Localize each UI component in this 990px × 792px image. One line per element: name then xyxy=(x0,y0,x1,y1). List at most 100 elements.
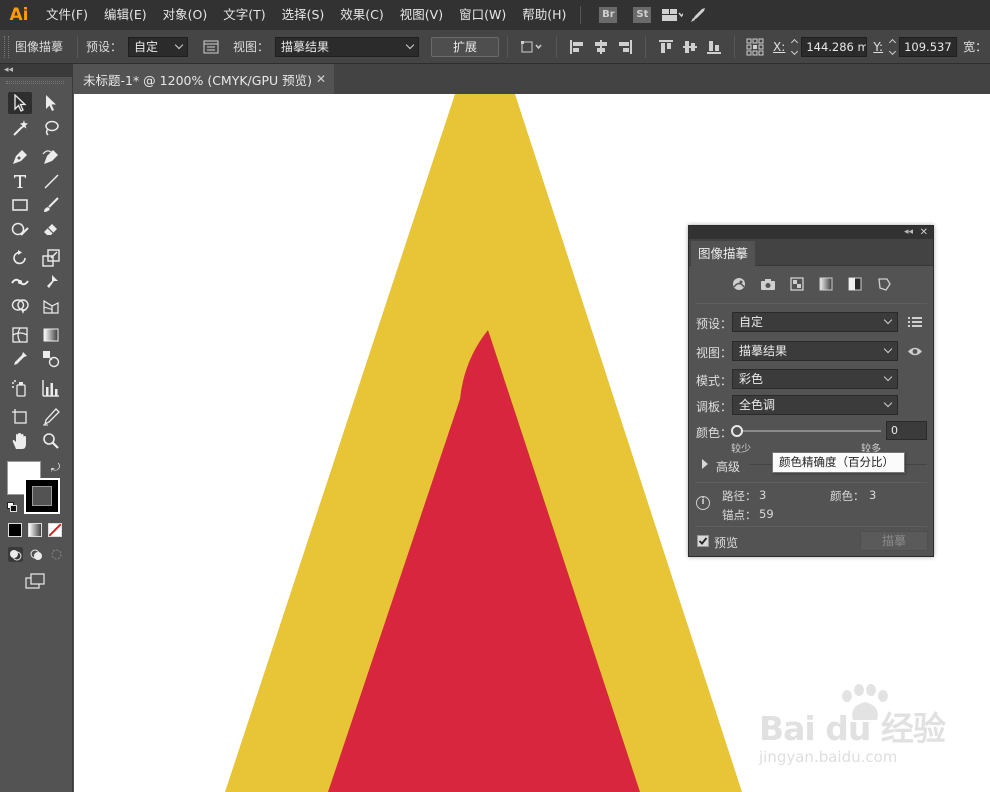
outline-icon[interactable] xyxy=(875,276,893,292)
view-select[interactable]: 描摹结果 xyxy=(275,36,420,57)
preview-checkbox[interactable] xyxy=(697,535,709,547)
transform-reference-icon[interactable] xyxy=(519,38,545,56)
reference-point-icon[interactable] xyxy=(746,38,764,56)
high-color-camera-icon[interactable] xyxy=(759,276,777,292)
bridge-icon[interactable]: Br xyxy=(599,7,618,23)
align-right-icon[interactable] xyxy=(616,38,634,56)
artboard-tool-icon[interactable] xyxy=(8,406,32,428)
swap-fill-stroke-icon[interactable]: ⤾ xyxy=(51,461,60,475)
advanced-label[interactable]: 高级 xyxy=(716,458,740,475)
collapse-icon[interactable]: ◂◂ xyxy=(904,226,913,239)
shaper-tool-icon[interactable] xyxy=(8,218,32,240)
curvature-tool-icon[interactable] xyxy=(39,146,63,168)
draw-inside-icon[interactable] xyxy=(49,547,64,562)
eye-icon[interactable] xyxy=(907,346,923,357)
preset-menu-icon[interactable] xyxy=(908,316,922,328)
line-segment-tool-icon[interactable] xyxy=(39,170,63,192)
lasso-tool-icon[interactable] xyxy=(39,117,63,139)
screen-mode-icon[interactable] xyxy=(24,572,48,590)
align-left-icon[interactable] xyxy=(568,38,586,56)
menu-file[interactable]: 文件(F) xyxy=(38,0,96,30)
tools-grip[interactable] xyxy=(6,81,64,84)
width-tool-icon[interactable] xyxy=(8,271,32,293)
chevron-down-icon xyxy=(883,372,893,382)
panel-titlebar[interactable]: ◂◂ ✕ xyxy=(689,226,933,239)
draw-normal-icon[interactable] xyxy=(8,547,23,562)
column-graph-tool-icon[interactable] xyxy=(39,377,63,399)
y-stepper[interactable] xyxy=(887,37,897,57)
control-bar-grip[interactable] xyxy=(4,35,9,58)
rotate-tool-icon[interactable] xyxy=(8,247,32,269)
perspective-grid-tool-icon[interactable] xyxy=(39,295,63,317)
preset-select-value: 自定 xyxy=(134,40,159,54)
direct-selection-tool-icon[interactable] xyxy=(39,92,63,114)
x-stepper[interactable] xyxy=(789,37,799,57)
mesh-tool-icon[interactable] xyxy=(8,324,32,346)
shape-builder-tool-icon[interactable] xyxy=(8,295,32,317)
document-tab[interactable]: 未标题-1* @ 1200% (CMYK/GPU 预览) ✕ xyxy=(74,64,334,94)
menu-select[interactable]: 选择(S) xyxy=(274,0,333,30)
pen-tool-icon[interactable] xyxy=(8,146,32,168)
app-logo: Ai xyxy=(9,5,29,25)
eyedropper-tool-icon[interactable] xyxy=(8,348,32,370)
hand-tool-icon[interactable] xyxy=(8,430,32,452)
default-fill-stroke-icon[interactable] xyxy=(7,501,17,512)
stroke-swatch[interactable] xyxy=(24,478,60,514)
colors-input[interactable]: 0 xyxy=(886,421,927,440)
close-icon[interactable]: ✕ xyxy=(316,72,326,86)
eraser-tool-icon[interactable] xyxy=(39,218,63,240)
color-mode-icon[interactable] xyxy=(8,523,22,537)
collapse-icon[interactable]: ◂◂ xyxy=(4,64,13,77)
draw-behind-icon[interactable] xyxy=(29,547,44,562)
rectangle-tool-icon[interactable] xyxy=(8,194,32,216)
menu-help[interactable]: 帮助(H) xyxy=(514,0,574,30)
stock-icon[interactable]: St xyxy=(633,7,652,23)
slice-tool-icon[interactable] xyxy=(39,406,63,428)
trace-view-select[interactable]: 描摹结果 xyxy=(732,341,898,361)
preset-select[interactable]: 自定 xyxy=(128,36,189,57)
black-white-icon[interactable] xyxy=(846,276,864,292)
gradient-mode-icon[interactable] xyxy=(28,523,42,537)
trace-button[interactable]: 描摹 xyxy=(860,531,928,551)
expand-triangle-icon[interactable] xyxy=(702,459,708,469)
menu-effect[interactable]: 效果(C) xyxy=(332,0,391,30)
menu-view[interactable]: 视图(V) xyxy=(392,0,451,30)
x-input[interactable]: 144.286 m xyxy=(801,36,868,57)
trace-mode-select[interactable]: 彩色 xyxy=(732,369,898,389)
close-icon[interactable]: ✕ xyxy=(920,226,928,239)
rocket-icon[interactable] xyxy=(687,6,709,24)
align-bottom-icon[interactable] xyxy=(705,38,723,56)
blend-tool-icon[interactable] xyxy=(39,348,63,370)
menu-object[interactable]: 对象(O) xyxy=(155,0,216,30)
align-horizontal-center-icon[interactable] xyxy=(592,38,610,56)
selection-tool-icon[interactable] xyxy=(8,92,32,114)
paintbrush-tool-icon[interactable] xyxy=(39,194,63,216)
menu-window[interactable]: 窗口(W) xyxy=(451,0,514,30)
none-mode-icon[interactable] xyxy=(48,523,62,537)
colors-stat-value: 3 xyxy=(869,488,877,502)
scale-tool-icon[interactable] xyxy=(39,247,63,269)
auto-color-icon[interactable] xyxy=(730,276,748,292)
trace-preset-select[interactable]: 自定 xyxy=(732,312,898,332)
type-tool-icon[interactable] xyxy=(8,170,32,192)
y-input[interactable]: 109.537 m xyxy=(899,36,958,57)
colors-slider-thumb[interactable] xyxy=(731,425,743,437)
workspace-layout-icon[interactable] xyxy=(661,6,684,24)
preset-list-icon[interactable] xyxy=(202,38,220,56)
low-color-icon[interactable] xyxy=(788,276,806,292)
tab-image-trace[interactable]: 图像描摹 xyxy=(691,241,755,266)
grayscale-icon[interactable] xyxy=(817,276,835,292)
menu-edit[interactable]: 编辑(E) xyxy=(96,0,155,30)
trace-palette-select[interactable]: 全色调 xyxy=(732,395,898,415)
gradient-tool-icon[interactable] xyxy=(39,324,63,346)
align-vertical-center-icon[interactable] xyxy=(681,38,699,56)
colors-slider-track[interactable] xyxy=(735,430,881,432)
puppet-warp-tool-icon[interactable] xyxy=(39,271,63,293)
divider xyxy=(695,526,927,527)
magic-wand-tool-icon[interactable] xyxy=(8,117,32,139)
menu-type[interactable]: 文字(T) xyxy=(215,0,273,30)
symbol-sprayer-tool-icon[interactable] xyxy=(8,377,32,399)
expand-button[interactable]: 扩展 xyxy=(431,36,500,57)
zoom-tool-icon[interactable] xyxy=(39,430,63,452)
align-top-icon[interactable] xyxy=(657,38,675,56)
